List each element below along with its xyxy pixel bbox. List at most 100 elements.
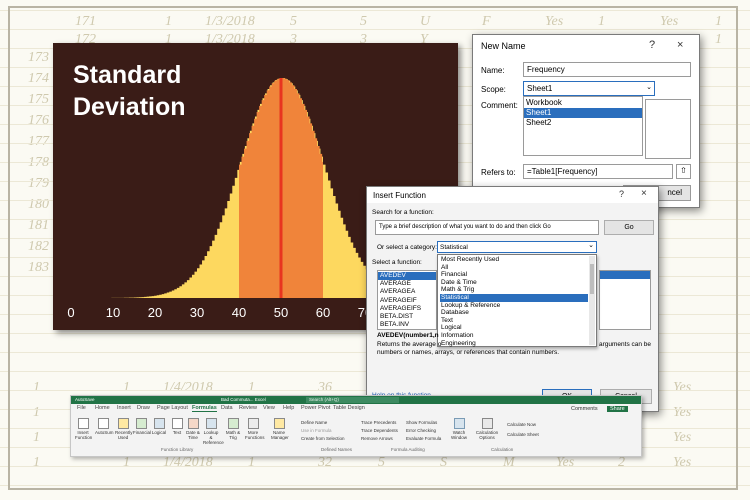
ribbon-function-button[interactable]: Lookup & Reference <box>203 418 224 445</box>
share-button[interactable]: Share <box>607 406 628 412</box>
function-option[interactable]: AVEDEV <box>378 272 436 280</box>
scope-select[interactable]: Sheet1 ⌄ <box>523 81 655 96</box>
scope-label: Scope: <box>481 85 506 94</box>
function-option[interactable]: AVERAGEA <box>378 288 436 296</box>
error-checking-button[interactable]: Error Checking <box>406 428 436 433</box>
ribbon-tab[interactable]: File <box>77 405 86 411</box>
ribbon-function-button[interactable]: Name Manager <box>271 418 289 440</box>
chevron-down-icon[interactable]: ⌄ <box>646 83 652 91</box>
background-row-number: 173 <box>28 50 49 65</box>
chart-title-line2: Deviation <box>73 93 186 121</box>
create-from-selection-button[interactable]: Create from Selection <box>301 436 345 441</box>
ribbon-button-icon <box>273 418 285 429</box>
ribbon-function-button[interactable]: Insert Function <box>75 418 92 440</box>
search-box[interactable]: Search (Alt+Q) <box>306 397 399 403</box>
ribbon-tab[interactable]: Home <box>95 405 110 411</box>
category-option[interactable]: Engineering <box>440 340 588 348</box>
function-option[interactable]: AVERAGEIFS <box>378 305 436 313</box>
ribbon-tab[interactable]: Formulas <box>192 405 217 412</box>
calculate-now-button[interactable]: Calculate Now <box>507 422 536 427</box>
scrollbar-thumb[interactable] <box>590 264 594 294</box>
ribbon-tab[interactable]: Data <box>221 405 233 411</box>
background-row-number: 179 <box>28 176 49 191</box>
background-cell: 1 <box>33 405 40 420</box>
function-option[interactable]: BETA.DIST <box>378 313 436 321</box>
group-function-library: Function Library <box>161 447 194 452</box>
ribbon-function-button[interactable]: Text <box>169 418 185 435</box>
background-cell: F <box>482 14 491 29</box>
function-list-right[interactable] <box>599 270 651 330</box>
ribbon-function-button[interactable]: Recently Used <box>115 418 133 440</box>
excel-ribbon: AutoSave Bad Commuta... Excel Search (Al… <box>70 395 642 457</box>
background-gridline <box>0 466 750 467</box>
search-input[interactable]: Type a brief description of what you wan… <box>375 220 599 235</box>
ribbon-button-icon <box>227 418 239 429</box>
refers-to-input[interactable]: =Table1[Frequency] <box>523 164 673 179</box>
use-in-formula-button[interactable]: Use in Formula <box>301 428 332 433</box>
help-button[interactable]: ? <box>649 39 655 51</box>
function-description-1b: arguments can be <box>599 341 652 348</box>
ribbon-function-button[interactable]: AutoSum <box>95 418 114 435</box>
watch-window-button[interactable]: Watch Window <box>449 418 469 440</box>
close-button[interactable]: × <box>677 39 683 51</box>
ribbon-button-label: Lookup & Reference <box>203 430 224 445</box>
insert-function-dialog: Insert Function ? × Search for a functio… <box>366 186 659 412</box>
go-button[interactable]: Go <box>604 220 654 235</box>
trace-dependents-button[interactable]: Trace Dependents <box>361 428 398 433</box>
scope-option[interactable]: Sheet2 <box>524 118 642 128</box>
category-select[interactable]: Statistical ⌄ <box>437 241 597 253</box>
calculation-options-button[interactable]: Calculation Options <box>474 418 500 440</box>
insert-function-title: Insert Function <box>373 191 426 200</box>
calculate-sheet-button[interactable]: Calculate Sheet <box>507 432 539 437</box>
scope-option[interactable]: Sheet1 <box>524 108 642 118</box>
ribbon-function-button[interactable]: Financial <box>133 418 152 435</box>
ribbon-function-button[interactable]: More Functions <box>245 418 265 440</box>
ribbon-tab[interactable]: Draw <box>137 405 150 411</box>
define-name-button[interactable]: Define Name <box>301 420 327 425</box>
background-cell: 1 <box>123 455 130 470</box>
function-option[interactable]: AVERAGEIF <box>378 297 436 305</box>
background-gridline <box>0 10 750 11</box>
autosave-toggle[interactable]: AutoSave <box>75 397 95 402</box>
collapse-dialog-icon[interactable]: ⇧ <box>676 164 691 179</box>
ribbon-button-label: More Functions <box>245 430 265 440</box>
function-option[interactable]: AVERAGE <box>378 280 436 288</box>
ribbon-function-button[interactable]: Math & Trig <box>225 418 241 440</box>
x-tick-label: 40 <box>231 305 247 320</box>
chevron-down-icon[interactable]: ⌄ <box>588 241 594 249</box>
ribbon-tab[interactable]: Help <box>283 405 294 411</box>
scope-option[interactable]: Workbook <box>524 98 642 108</box>
category-scrollbar[interactable] <box>589 256 595 345</box>
name-label: Name: <box>481 66 505 75</box>
ribbon-tab[interactable]: Page Layout <box>157 405 188 411</box>
scope-dropdown-list[interactable]: Workbook Sheet1 Sheet2 <box>523 96 643 156</box>
ribbon-button-label: Financial <box>133 430 152 435</box>
ribbon-button-label: Recently Used <box>115 430 133 440</box>
new-name-titlebar[interactable]: New Name ? × <box>473 35 699 57</box>
insert-function-titlebar[interactable]: Insert Function ? × <box>367 187 658 203</box>
background-row-number: 174 <box>28 71 49 86</box>
background-cell: 1 <box>33 455 40 470</box>
ribbon-tab[interactable]: View <box>263 405 275 411</box>
function-list[interactable]: AVEDEV AVERAGE AVERAGEA AVERAGEIF AVERAGEIFS… <box>377 270 437 330</box>
background-cell: Yes <box>673 430 692 445</box>
ribbon-tab[interactable]: Power Pivot <box>301 405 330 411</box>
ribbon-function-button[interactable]: Logical <box>151 418 167 435</box>
comment-textarea[interactable] <box>645 99 691 159</box>
ribbon-function-button[interactable]: Date & Time <box>185 418 201 440</box>
comments-button[interactable]: Comments <box>571 406 598 412</box>
function-option[interactable]: BETA.INV <box>378 321 436 329</box>
remove-arrows-button[interactable]: Remove Arrows <box>361 436 393 441</box>
category-dropdown-list[interactable]: Most Recently Used All Financial Date & Tim… <box>437 254 597 347</box>
ribbon-tab[interactable]: Insert <box>117 405 131 411</box>
ribbon-tab[interactable]: Review <box>239 405 257 411</box>
background-cell: 1 <box>33 380 40 395</box>
show-formulas-button[interactable]: Show Formulas <box>406 420 437 425</box>
trace-precedents-button[interactable]: Trace Precedents <box>361 420 396 425</box>
help-button[interactable]: ? <box>619 189 624 199</box>
ribbon-button-icon <box>135 418 147 429</box>
evaluate-formula-button[interactable]: Evaluate Formula <box>406 436 441 441</box>
ribbon-tab[interactable]: Table Design <box>333 405 365 411</box>
close-button[interactable]: × <box>641 188 647 199</box>
name-input[interactable]: Frequency <box>523 62 691 77</box>
